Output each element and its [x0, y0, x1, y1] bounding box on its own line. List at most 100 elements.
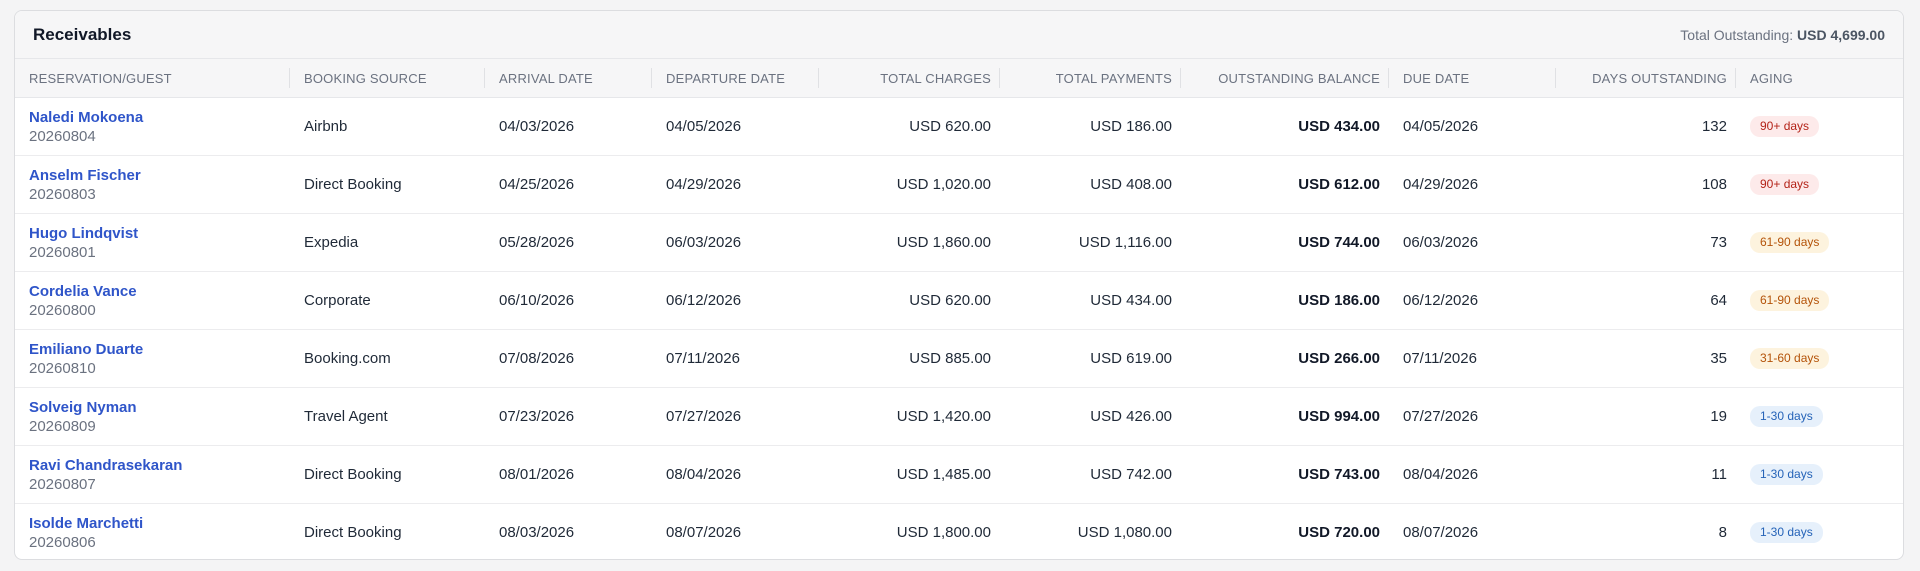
table-row[interactable]: Anselm Fischer 20260803 Direct Booking 04/2… — [15, 155, 1903, 214]
guest-cell: Naledi Mokoena 20260804 — [15, 97, 290, 156]
departure-date-cell: 08/04/2026 — [652, 445, 819, 504]
column-header-days-outstanding[interactable]: DAYS OUTSTANDING — [1556, 59, 1736, 98]
departure-date-cell: 04/29/2026 — [652, 155, 819, 214]
departure-date-cell: 06/03/2026 — [652, 213, 819, 272]
column-header-guest[interactable]: RESERVATION/GUEST — [15, 59, 290, 98]
total-payments-cell: USD 186.00 — [1000, 97, 1181, 156]
total-payments-cell: USD 1,116.00 — [1000, 213, 1181, 272]
guest-name-link[interactable]: Isolde Marchetti — [29, 514, 281, 533]
arrival-date-cell: 07/08/2026 — [485, 329, 652, 388]
arrival-date-cell: 06/10/2026 — [485, 271, 652, 330]
aging-cell: 1-30 days — [1736, 504, 1903, 560]
days-outstanding-cell: 64 — [1556, 271, 1736, 330]
guest-cell: Ravi Chandrasekaran 20260807 — [15, 445, 290, 504]
guest-name-link[interactable]: Cordelia Vance — [29, 282, 281, 301]
reservation-id: 20260810 — [29, 359, 96, 377]
table-body: Naledi Mokoena 20260804 Airbnb 04/03/2026 04… — [15, 97, 1903, 560]
guest-cell: Solveig Nyman 20260809 — [15, 387, 290, 446]
table-row[interactable]: Hugo Lindqvist 20260801 Expedia 05/28/2026 0… — [15, 213, 1903, 272]
booking-source-cell: Direct Booking — [304, 524, 402, 541]
departure-date-cell: 07/11/2026 — [652, 329, 819, 388]
guest-name-link[interactable]: Ravi Chandrasekaran — [29, 456, 281, 475]
departure-date-cell: 08/07/2026 — [666, 524, 742, 541]
table-row[interactable]: Solveig Nyman 20260809 Travel Agent 07/23/2… — [15, 387, 1903, 446]
total-payments-cell: USD 619.00 — [1000, 329, 1181, 388]
booking-source-cell: Corporate — [290, 271, 485, 330]
column-header-outstanding-balance[interactable]: OUTSTANDING BALANCE — [1181, 59, 1389, 98]
departure-date-cell: 07/27/2026 — [652, 387, 819, 446]
reservation-id: 20260800 — [29, 301, 96, 319]
booking-source-cell: Airbnb — [290, 97, 485, 156]
outstanding-balance-cell: USD 266.00 — [1181, 329, 1389, 388]
days-outstanding-cell: 19 — [1556, 387, 1736, 446]
column-header-arrival-date[interactable]: ARRIVAL DATE — [485, 59, 652, 98]
guest-cell: Cordelia Vance 20260800 — [15, 271, 290, 330]
total-outstanding-label: Total Outstanding: — [1680, 26, 1794, 43]
arrival-date-cell: 04/03/2026 — [485, 97, 652, 156]
reservation-id: 20260801 — [29, 243, 96, 261]
total-payments-cell: USD 742.00 — [1000, 445, 1181, 504]
reservation-id: 20260804 — [29, 127, 96, 145]
total-payments-cell: USD 426.00 — [1000, 387, 1181, 446]
outstanding-balance-cell: USD 743.00 — [1181, 445, 1389, 504]
total-charges-cell: USD 620.00 — [819, 97, 1000, 156]
column-header-booking-source[interactable]: BOOKING SOURCE — [290, 59, 485, 98]
column-header-due-date[interactable]: DUE DATE — [1389, 59, 1556, 98]
receivables-card: Receivables Total Outstanding: USD 4,699… — [14, 10, 1904, 560]
booking-source-cell: Booking.com — [290, 329, 485, 388]
total-outstanding-value: USD 4,699.00 — [1797, 26, 1885, 43]
guest-name-link[interactable]: Solveig Nyman — [29, 398, 281, 417]
aging-cell: 90+ days — [1736, 97, 1903, 156]
booking-source-cell: Expedia — [290, 213, 485, 272]
booking-source-cell: Direct Booking — [290, 155, 485, 214]
total-charges-cell: USD 1,020.00 — [819, 155, 1000, 214]
due-date-cell: 07/27/2026 — [1389, 387, 1556, 446]
aging-badge: 31-60 days — [1750, 348, 1830, 369]
aging-badge: 61-90 days — [1750, 290, 1830, 311]
guest-name-link[interactable]: Hugo Lindqvist — [29, 224, 281, 243]
outstanding-balance-cell: USD 994.00 — [1181, 387, 1389, 446]
aging-badge: 90+ days — [1750, 116, 1820, 137]
days-outstanding-cell: 108 — [1556, 155, 1736, 214]
table-row[interactable]: Emiliano Duarte 20260810 Booking.com 07/08/… — [15, 329, 1903, 388]
table-row[interactable]: Naledi Mokoena 20260804 Airbnb 04/03/2026 04… — [15, 97, 1903, 156]
aging-cell: 1-30 days — [1736, 387, 1903, 446]
aging-badge: 1-30 days — [1750, 522, 1823, 543]
days-outstanding-cell: 35 — [1556, 329, 1736, 388]
departure-date-cell: 04/05/2026 — [652, 97, 819, 156]
aging-badge: 1-30 days — [1750, 406, 1823, 427]
table-row[interactable]: Isolde Marchetti 20260806 Direct Booking 08… — [15, 504, 1903, 560]
total-charges-cell: USD 1,485.00 — [819, 445, 1000, 504]
total-payments-cell: USD 408.00 — [1000, 155, 1181, 214]
total-charges-cell: USD 885.00 — [819, 329, 1000, 388]
column-header-departure-date[interactable]: DEPARTURE DATE — [652, 59, 819, 98]
column-header-aging[interactable]: AGING — [1736, 59, 1903, 98]
table-row[interactable]: Cordelia Vance 20260800 Corporate 06/10/202… — [15, 271, 1903, 330]
guest-name-link[interactable]: Anselm Fischer — [29, 166, 281, 185]
arrival-date-cell: 04/25/2026 — [485, 155, 652, 214]
reservation-id: 20260806 — [29, 533, 96, 551]
aging-badge: 90+ days — [1750, 174, 1820, 195]
due-date-cell: 07/11/2026 — [1389, 329, 1556, 388]
receivables-table: RESERVATION/GUEST BOOKING SOURCE ARRIVAL… — [15, 59, 1903, 560]
column-header-total-payments[interactable]: TOTAL PAYMENTS — [1000, 59, 1181, 98]
guest-cell: Isolde Marchetti 20260806 — [15, 504, 290, 560]
aging-cell: 90+ days — [1736, 155, 1903, 214]
departure-date-cell: 06/12/2026 — [652, 271, 819, 330]
total-charges-cell: USD 1,860.00 — [819, 213, 1000, 272]
booking-source-cell: Direct Booking — [290, 445, 485, 504]
days-outstanding-cell: 11 — [1556, 445, 1736, 504]
aging-cell: 31-60 days — [1736, 329, 1903, 388]
reservation-id: 20260807 — [29, 475, 96, 493]
total-payments-cell: USD 434.00 — [1000, 271, 1181, 330]
table-row[interactable]: Ravi Chandrasekaran 20260807 Direct Bookin… — [15, 445, 1903, 504]
guest-name-link[interactable]: Naledi Mokoena — [29, 108, 281, 127]
outstanding-balance-cell: USD 720.00 — [1298, 524, 1380, 541]
reservation-id: 20260803 — [29, 185, 96, 203]
aging-cell: 61-90 days — [1736, 271, 1903, 330]
guest-name-link[interactable]: Emiliano Duarte — [29, 340, 281, 359]
card-header: Receivables Total Outstanding: USD 4,699… — [15, 11, 1903, 59]
column-header-total-charges[interactable]: TOTAL CHARGES — [819, 59, 1000, 98]
aging-badge: 61-90 days — [1750, 232, 1830, 253]
guest-cell: Emiliano Duarte 20260810 — [15, 329, 290, 388]
